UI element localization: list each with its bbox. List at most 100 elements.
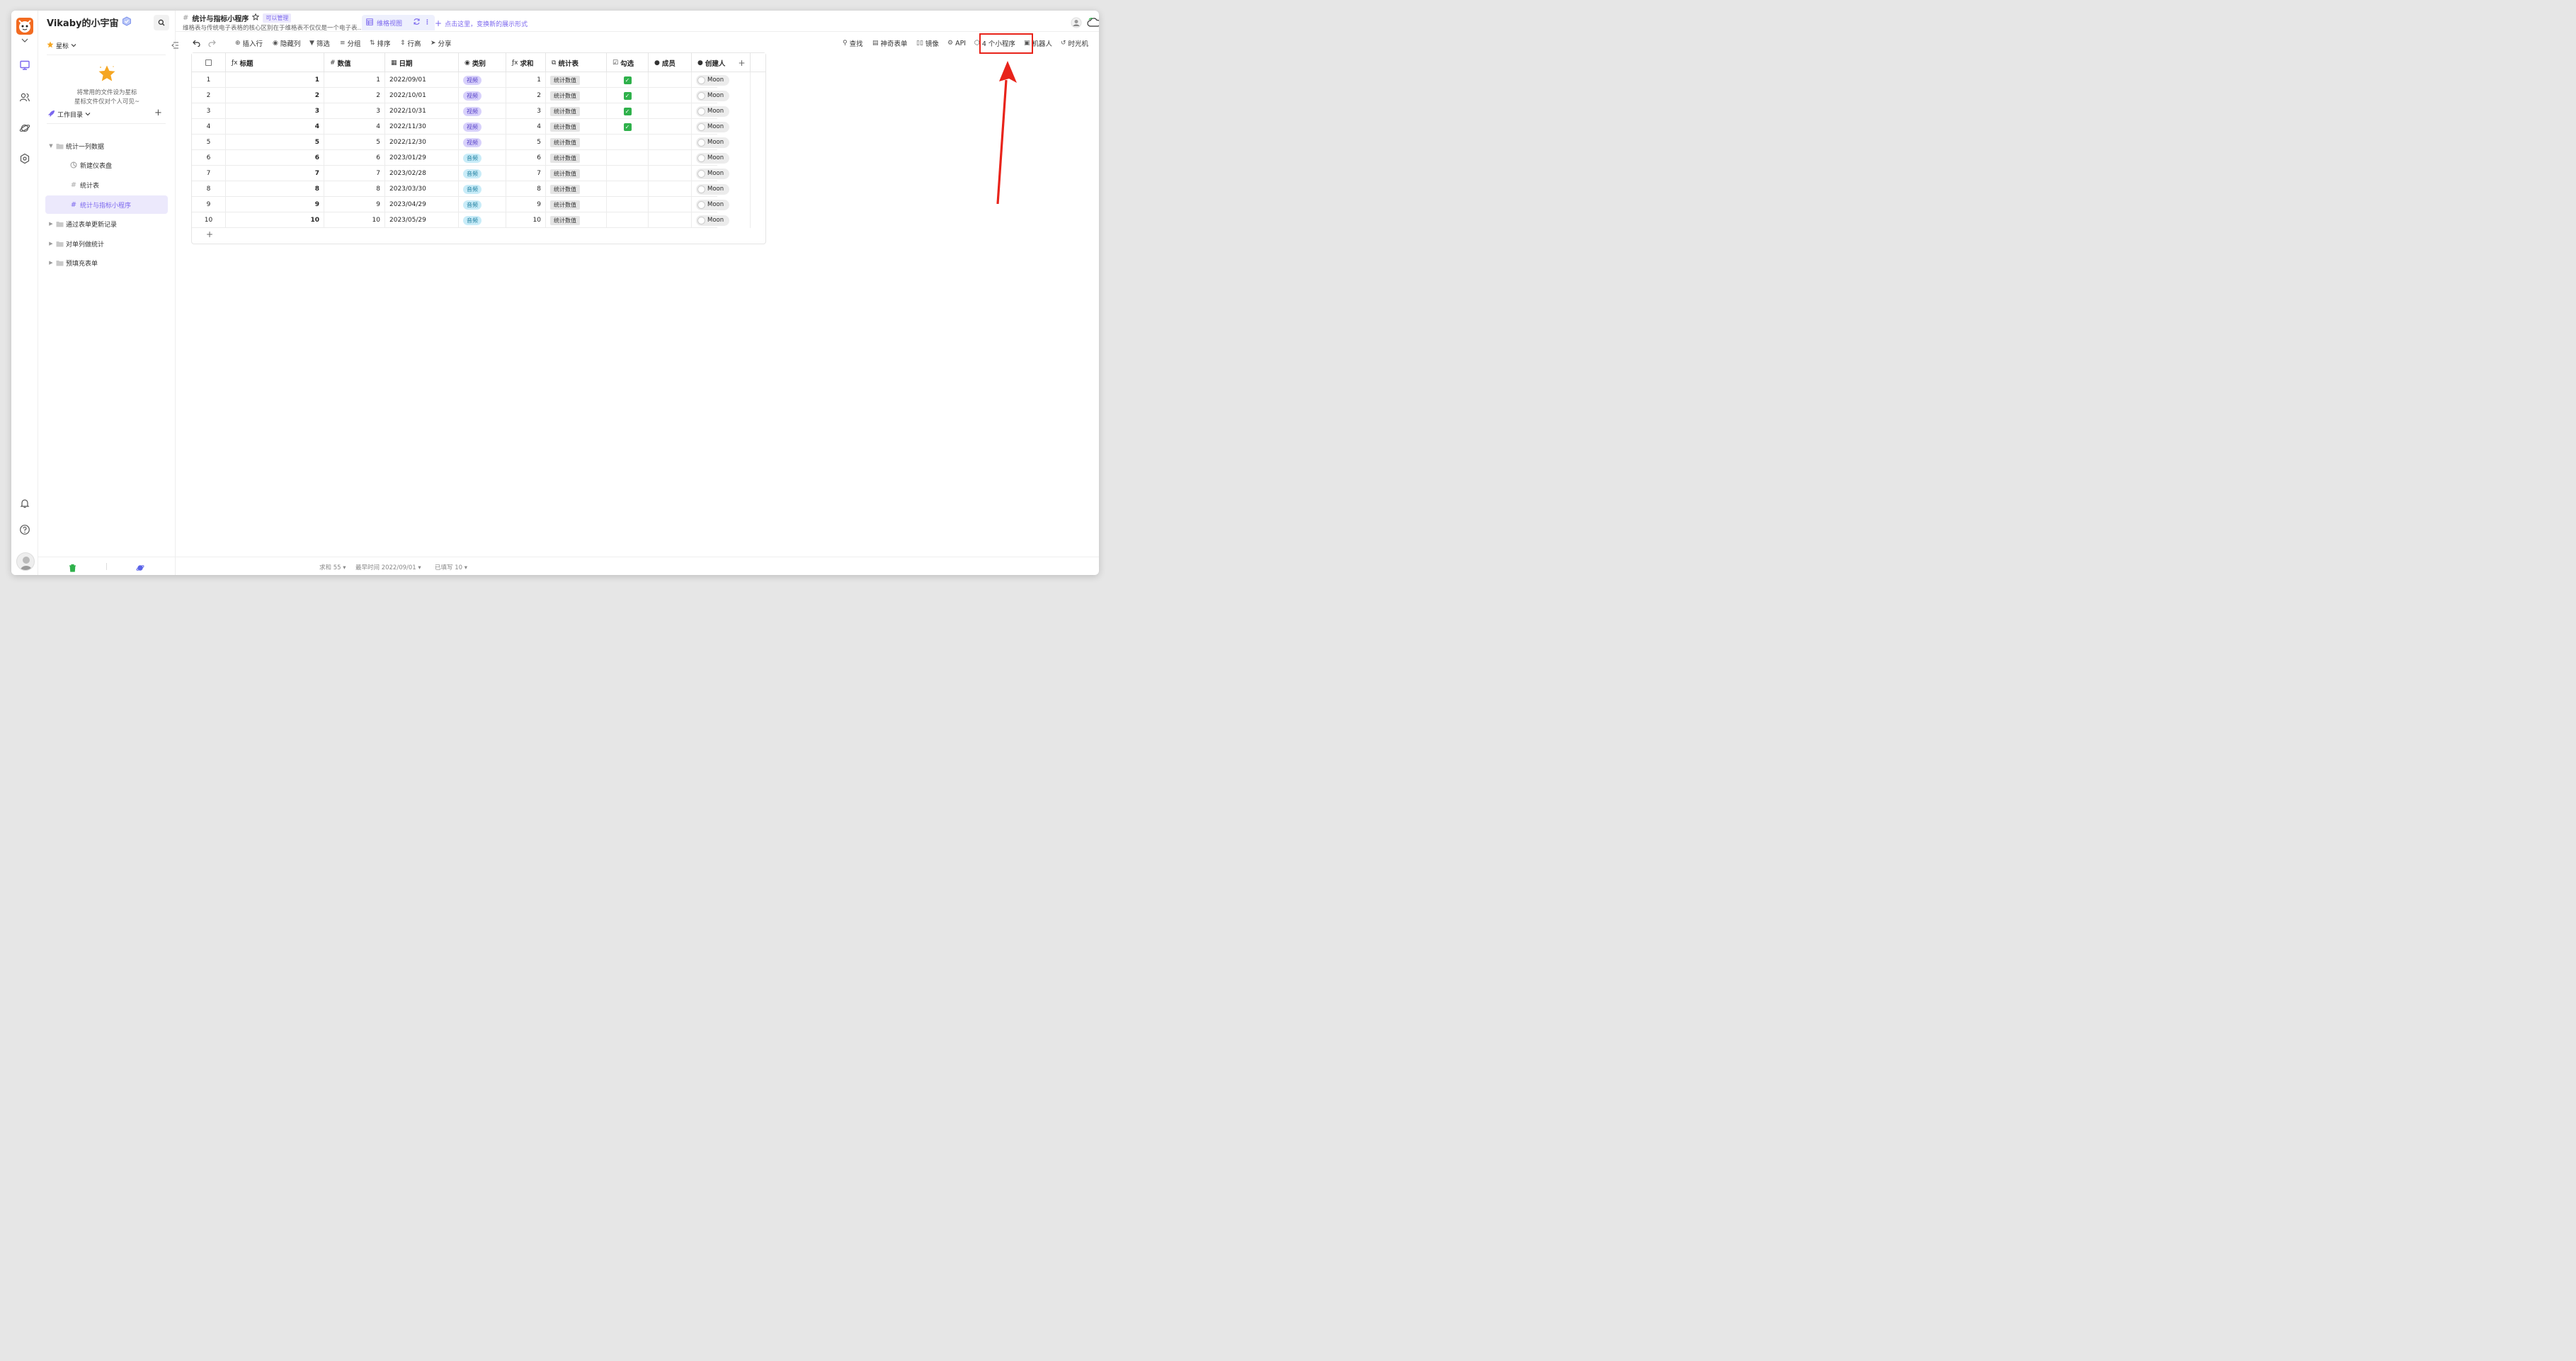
cloud-sync-icon[interactable] — [1086, 16, 1099, 30]
cell-link[interactable]: 统计数值 — [546, 88, 607, 103]
row-number[interactable]: 9 — [192, 197, 226, 212]
share-button[interactable]: ➤ 分享 — [431, 37, 452, 50]
cell-creator[interactable]: Moon — [692, 103, 751, 119]
planet-icon[interactable] — [136, 562, 144, 575]
form-button[interactable]: ▤ 神奇表单 — [872, 37, 908, 50]
column-header[interactable]: ▦ 日期 — [385, 53, 459, 72]
cell-date[interactable]: 2023/05/29 — [385, 212, 459, 228]
column-header[interactable]: ● 成员 — [649, 53, 692, 72]
star-section-toggle[interactable]: 星标 — [47, 41, 76, 50]
cell-value[interactable]: 5 — [324, 135, 385, 150]
settings-icon[interactable] — [18, 152, 32, 166]
cell-title[interactable]: 6 — [226, 150, 324, 166]
sync-icon[interactable] — [413, 18, 421, 28]
space-name[interactable]: Vikaby的小宇宙 — [47, 16, 132, 29]
cell-creator[interactable]: Moon — [692, 88, 751, 103]
tree-item[interactable]: ▼ 统计一列数据 — [45, 137, 168, 155]
cell-creator[interactable]: Moon — [692, 119, 751, 135]
cell-title[interactable]: 4 — [226, 119, 324, 135]
table-row[interactable]: 6 6 6 2023/01/29 音频 6 统计数值 Moon — [192, 150, 751, 166]
collaborator-avatar[interactable] — [1069, 16, 1083, 30]
cell-link[interactable]: 统计数值 — [546, 166, 607, 181]
cell-sum[interactable]: 10 — [506, 212, 546, 228]
planet-icon[interactable] — [18, 121, 32, 135]
caret-right-icon[interactable]: ▶ — [47, 221, 55, 227]
cell-sum[interactable]: 7 — [506, 166, 546, 181]
cell-value[interactable]: 1 — [324, 72, 385, 88]
table-row[interactable]: 4 4 4 2022/11/30 视频 4 统计数值 ✓ Moon — [192, 119, 751, 135]
user-avatar[interactable] — [16, 552, 35, 571]
cell-link[interactable]: 统计数值 — [546, 72, 607, 88]
column-header[interactable]: ƒx 标题 — [226, 53, 324, 72]
cell-category[interactable]: 音频 — [459, 181, 506, 197]
cell-member[interactable] — [649, 212, 692, 228]
row-number[interactable]: 5 — [192, 135, 226, 150]
cell-creator[interactable]: Moon — [692, 135, 751, 150]
cell-value[interactable]: 8 — [324, 181, 385, 197]
row-number[interactable]: 7 — [192, 166, 226, 181]
cell-sum[interactable]: 5 — [506, 135, 546, 150]
row-number[interactable]: 3 — [192, 103, 226, 119]
insert-row-button[interactable]: ⊕ 插入行 — [235, 37, 263, 50]
cell-checkbox[interactable] — [607, 181, 649, 197]
table-row[interactable]: 8 8 8 2023/03/30 音频 8 统计数值 Moon — [192, 181, 751, 197]
help-icon[interactable] — [18, 523, 32, 537]
cell-creator[interactable]: Moon — [692, 72, 751, 88]
chevron-down-icon[interactable] — [18, 36, 32, 45]
add-node-button[interactable]: + — [154, 108, 162, 118]
cell-member[interactable] — [649, 181, 692, 197]
cell-checkbox[interactable] — [607, 197, 649, 212]
view-tab-grid[interactable]: 维格视图 ⋮ — [362, 15, 435, 30]
cell-member[interactable] — [649, 166, 692, 181]
undo-button[interactable] — [193, 37, 200, 50]
add-view-button[interactable]: + 点击这里，变换新的展示形式 — [435, 18, 528, 28]
contacts-icon[interactable] — [18, 90, 32, 104]
cell-title[interactable]: 2 — [226, 88, 324, 103]
cell-title[interactable]: 8 — [226, 181, 324, 197]
cell-creator[interactable]: Moon — [692, 197, 751, 212]
cell-category[interactable]: 视频 — [459, 72, 506, 88]
column-header[interactable]: ƒx 求和 — [506, 53, 546, 72]
cell-member[interactable] — [649, 150, 692, 166]
stat-earliest[interactable]: 最早时间 2022/09/01 ▾ — [355, 563, 421, 571]
cell-sum[interactable]: 9 — [506, 197, 546, 212]
cell-creator[interactable]: Moon — [692, 212, 751, 228]
cell-value[interactable]: 9 — [324, 197, 385, 212]
cell-date[interactable]: 2023/02/28 — [385, 166, 459, 181]
column-header[interactable]: ☑ 勾选 — [607, 53, 649, 72]
cell-date[interactable]: 2023/01/29 — [385, 150, 459, 166]
select-all-checkbox[interactable] — [192, 53, 226, 72]
timemachine-button[interactable]: ↺ 时光机 — [1061, 37, 1088, 50]
cell-member[interactable] — [649, 88, 692, 103]
caret-right-icon[interactable]: ▶ — [47, 260, 55, 266]
space-logo[interactable] — [16, 18, 33, 35]
cell-member[interactable] — [649, 135, 692, 150]
column-header[interactable]: ◉ 类别 — [459, 53, 506, 72]
cell-member[interactable] — [649, 119, 692, 135]
tree-item[interactable]: ▶ 对单列做统计 — [45, 234, 168, 253]
notification-bell-icon[interactable] — [18, 496, 32, 511]
trash-icon[interactable] — [69, 562, 76, 575]
cell-title[interactable]: 5 — [226, 135, 324, 150]
column-header[interactable]: ⧉ 统计表 — [546, 53, 607, 72]
cell-link[interactable]: 统计数值 — [546, 197, 607, 212]
cell-checkbox[interactable] — [607, 150, 649, 166]
cell-sum[interactable]: 3 — [506, 103, 546, 119]
cell-category[interactable]: 音频 — [459, 212, 506, 228]
cell-member[interactable] — [649, 103, 692, 119]
cell-link[interactable]: 统计数值 — [546, 181, 607, 197]
column-header[interactable]: # 数值 — [324, 53, 385, 72]
cell-value[interactable]: 7 — [324, 166, 385, 181]
cell-link[interactable]: 统计数值 — [546, 119, 607, 135]
cell-title[interactable]: 7 — [226, 166, 324, 181]
cell-category[interactable]: 视频 — [459, 103, 506, 119]
cell-title[interactable]: 1 — [226, 72, 324, 88]
cell-creator[interactable]: Moon — [692, 181, 751, 197]
cell-checkbox[interactable]: ✓ — [607, 88, 649, 103]
table-row[interactable]: 1 1 1 2022/09/01 视频 1 统计数值 ✓ Moon — [192, 72, 751, 88]
cell-sum[interactable]: 6 — [506, 150, 546, 166]
filter-button[interactable]: ▼ 筛选 — [309, 37, 330, 50]
cell-date[interactable]: 2023/03/30 — [385, 181, 459, 197]
redo-button[interactable] — [208, 37, 216, 50]
cell-title[interactable]: 3 — [226, 103, 324, 119]
